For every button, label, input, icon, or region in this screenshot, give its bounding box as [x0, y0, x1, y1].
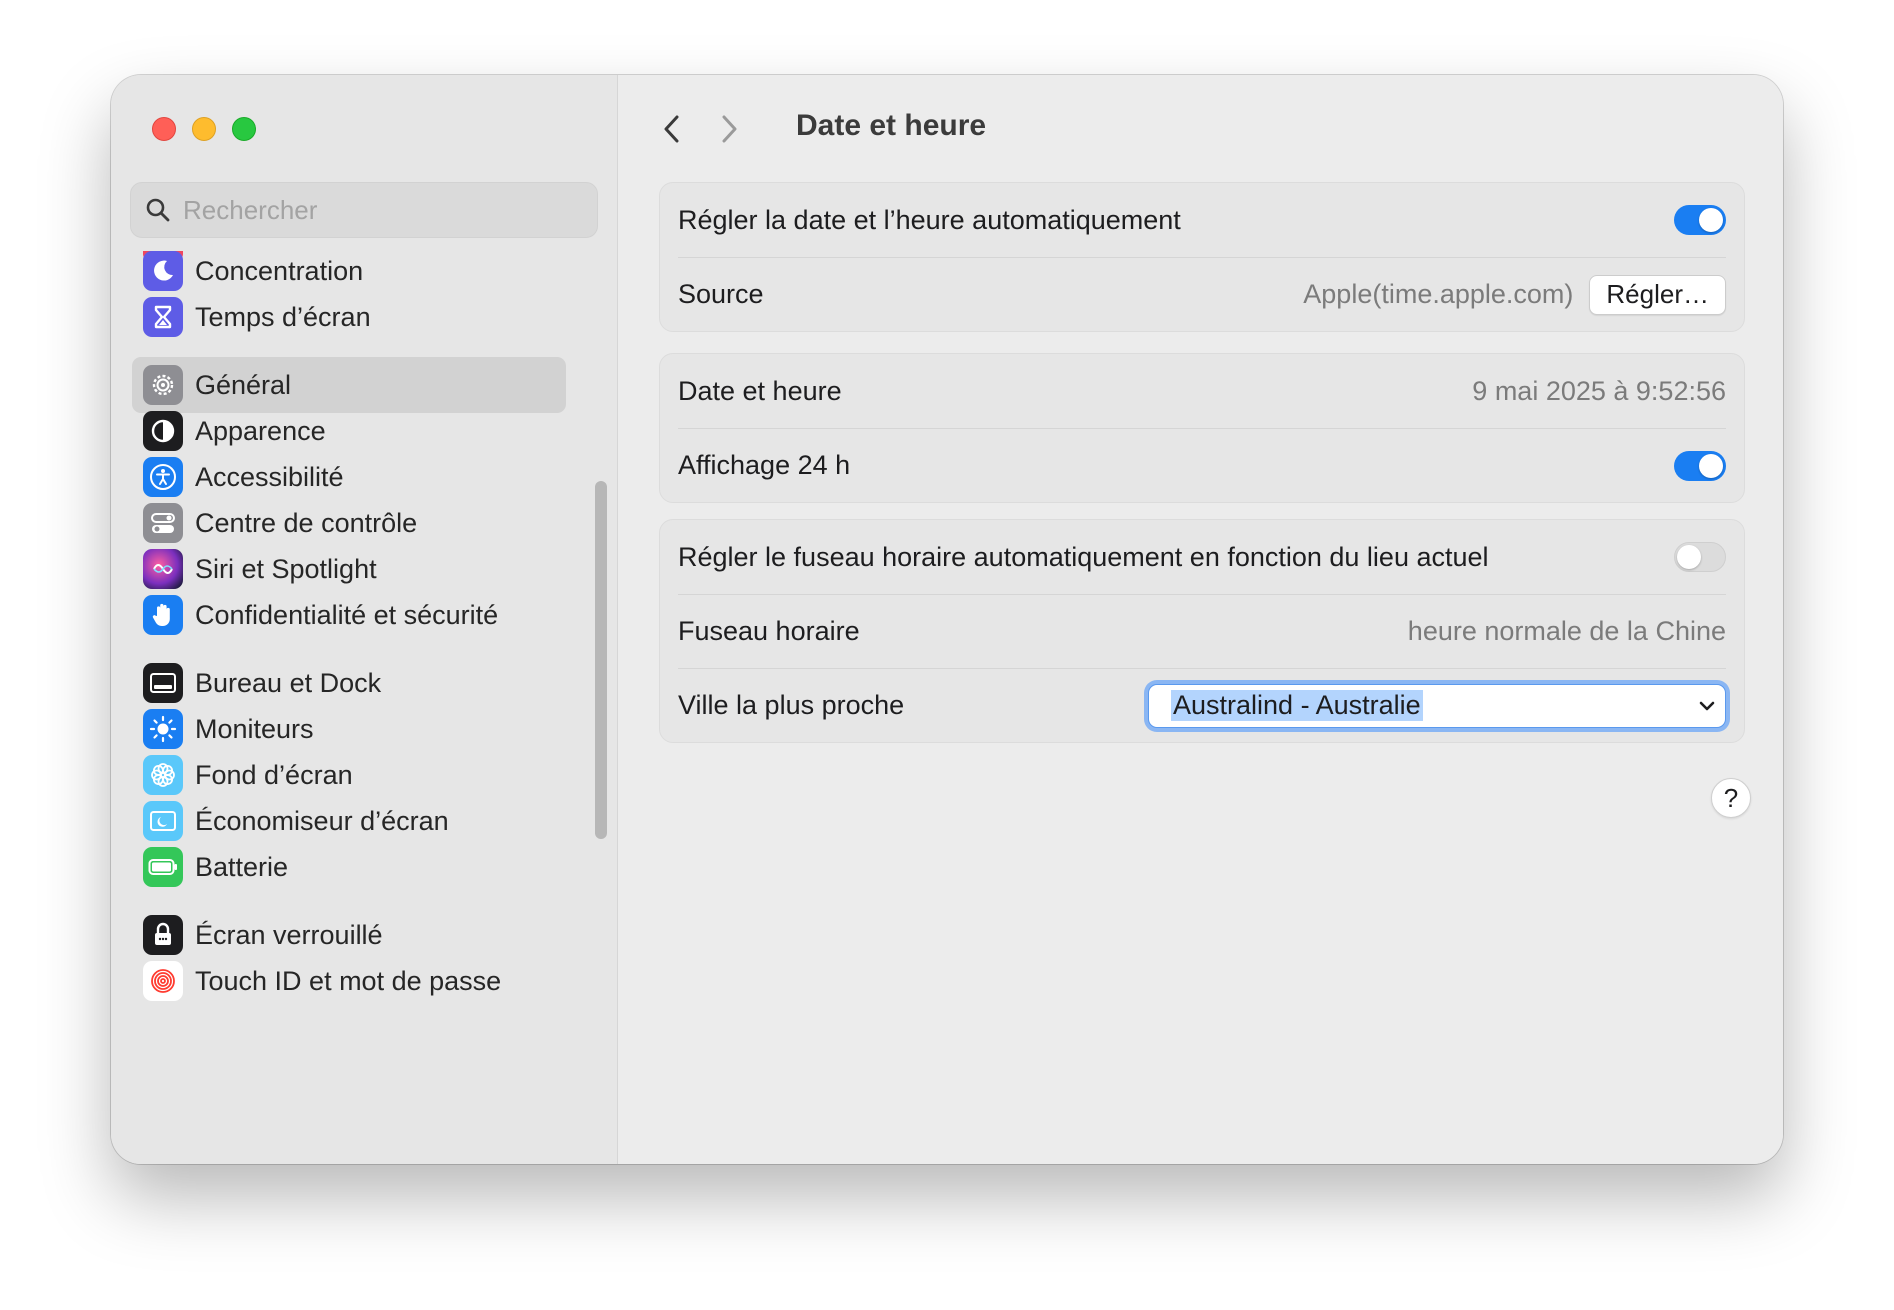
dock-icon — [143, 663, 183, 703]
accessibility-icon — [143, 457, 183, 497]
24h-label: Affichage 24 h — [678, 450, 851, 480]
date-time-label: Date et heure — [678, 375, 842, 406]
control-center-icon — [143, 503, 183, 543]
close-button[interactable] — [152, 117, 176, 141]
auto-time-row: Régler la date et l’heure automatiquemen… — [678, 183, 1726, 257]
closest-city-value[interactable]: Australind - Australie — [1171, 690, 1423, 721]
sidebar-item-label: Moniteurs — [195, 713, 314, 744]
auto-time-label: Régler la date et l’heure automatiquemen… — [678, 204, 1181, 235]
sidebar-item-label: Accessibilité — [195, 461, 344, 492]
chevron-right-icon — [722, 115, 737, 143]
sidebar-item-screen-time[interactable]: Temps d’écran — [132, 289, 566, 345]
sidebar-item-label: Écran verrouillé — [195, 919, 383, 950]
gear-icon — [143, 365, 183, 405]
date-time-row: Date et heure 9 mai 2025 à 9:52:56 — [678, 354, 1726, 428]
page-title: Date et heure — [796, 109, 987, 142]
sidebar-item-label: Temps d’écran — [195, 301, 371, 332]
appearance-icon — [143, 411, 183, 451]
sidebar-item-touch-id[interactable]: Touch ID et mot de passe — [132, 953, 566, 1009]
lock-icon — [143, 915, 183, 955]
moon-icon — [143, 251, 183, 291]
sidebar-item-label: Centre de contrôle — [195, 507, 418, 538]
sidebar-item-label: Apparence — [195, 415, 326, 446]
zoom-button[interactable] — [232, 117, 256, 141]
timezone-card: Régler le fuseau horaire automatiquement… — [659, 519, 1745, 743]
sidebar-item-label: Siri et Spotlight — [195, 553, 377, 584]
search-icon — [146, 198, 170, 222]
source-settings-button[interactable]: Régler… — [1589, 274, 1726, 315]
forward-button[interactable] — [709, 109, 749, 149]
closest-city-row: Ville la plus proche Australind - Austra… — [678, 668, 1726, 742]
minimize-button[interactable] — [192, 117, 216, 141]
closest-city-label: Ville la plus proche — [678, 690, 905, 720]
auto-time-card: Régler la date et l’heure automatiquemen… — [659, 182, 1745, 332]
settings-window: Concentration Temps d’écran Général Appa… — [111, 75, 1783, 1164]
source-row: Source Apple(time.apple.com) Régler… — [678, 257, 1726, 331]
sidebar-item-battery[interactable]: Batterie — [132, 839, 566, 895]
brightness-icon — [143, 709, 183, 749]
sidebar-item-label: Fond d’écran — [195, 759, 353, 790]
sidebar-item-label: Général — [195, 369, 292, 400]
sidebar-item-label: Batterie — [195, 851, 289, 882]
screensaver-icon — [143, 801, 183, 841]
hand-icon — [143, 595, 183, 635]
search-field[interactable] — [130, 182, 598, 238]
fingerprint-icon — [143, 961, 183, 1001]
sidebar-item-label: Économiseur d’écran — [195, 805, 449, 836]
chevron-down-icon[interactable] — [1697, 699, 1717, 713]
sidebar-item-label: Bureau et Dock — [195, 667, 382, 698]
sidebar-item-privacy-security[interactable]: Confidentialité et sécurité — [132, 587, 566, 643]
sidebar: Concentration Temps d’écran Général Appa… — [111, 75, 618, 1164]
help-button[interactable]: ? — [1711, 778, 1751, 818]
source-value: Apple(time.apple.com) — [1303, 279, 1574, 309]
flower-icon — [143, 755, 183, 795]
timezone-value: heure normale de la Chine — [1407, 616, 1726, 646]
24h-toggle[interactable] — [1674, 450, 1726, 481]
hourglass-icon — [143, 297, 183, 337]
sidebar-item-label: Confidentialité et sécurité — [195, 599, 499, 630]
window-controls — [152, 117, 256, 141]
siri-icon — [143, 549, 183, 589]
date-time-card: Date et heure 9 mai 2025 à 9:52:56 Affic… — [659, 353, 1745, 503]
sidebar-item-label: Concentration — [195, 255, 364, 286]
auto-timezone-toggle[interactable] — [1674, 542, 1726, 572]
closest-city-combobox[interactable]: Australind - Australie — [1148, 683, 1726, 728]
auto-timezone-row: Régler le fuseau horaire automatiquement… — [678, 520, 1726, 594]
timezone-row: Fuseau horaire heure normale de la Chine — [678, 594, 1726, 668]
search-input[interactable] — [183, 194, 583, 226]
source-label: Source — [678, 279, 764, 309]
auto-timezone-label: Régler le fuseau horaire automatiquement… — [678, 541, 1489, 572]
main-pane: Date et heure Régler la date et l’heure … — [619, 75, 1783, 1164]
date-time-value: 9 mai 2025 à 9:52:56 — [1472, 375, 1726, 406]
sidebar-item-label: Touch ID et mot de passe — [195, 965, 502, 996]
timezone-label: Fuseau horaire — [678, 616, 860, 646]
24h-row: Affichage 24 h — [678, 428, 1726, 502]
auto-time-toggle[interactable] — [1674, 205, 1726, 235]
back-button[interactable] — [652, 109, 692, 149]
sidebar-scrollbar[interactable] — [595, 481, 607, 839]
battery-icon — [143, 847, 183, 887]
chevron-left-icon — [664, 115, 679, 143]
